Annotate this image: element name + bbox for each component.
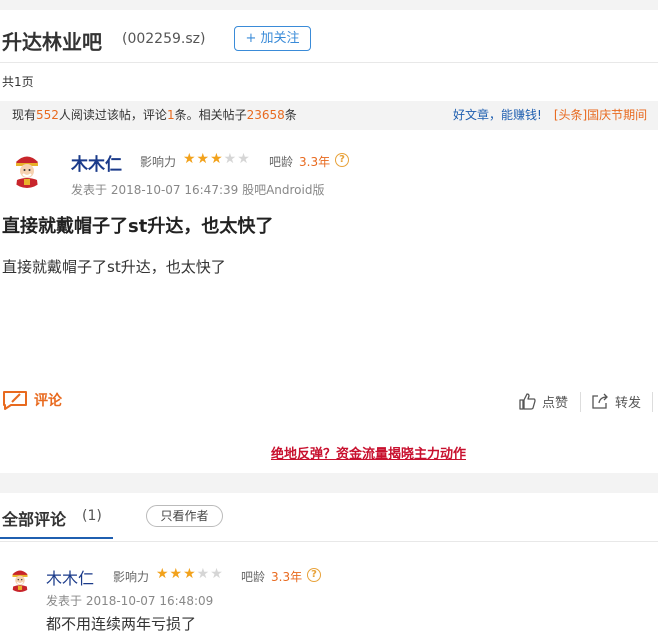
share-label: 转发: [615, 396, 642, 411]
divider: [652, 392, 653, 412]
bar-header: 升达林业吧 (002259.sz) + 加关注: [0, 18, 658, 58]
stats-bar: 现有552人阅读过该帖，评论1条。相关帖子23658条 好文章，能赚钱! [头条]…: [0, 101, 658, 130]
comment-button[interactable]: 评论: [2, 388, 62, 412]
influence-stars: ★★★★★: [183, 151, 251, 167]
reply-author-name[interactable]: 木木仁: [46, 565, 94, 589]
bar-age-value: 3.3年: [299, 155, 331, 169]
promo-ad-link[interactable]: 绝地反弹？资金流量揭晓主力动作: [271, 443, 466, 462]
promo-links: 好文章，能赚钱! [头条]国庆节期间: [453, 101, 647, 130]
avatar[interactable]: [7, 566, 33, 592]
influence-stars: ★★★★★: [156, 566, 224, 582]
thumbs-up-icon: [519, 393, 536, 410]
comment-label: 评论: [34, 393, 62, 409]
avatar-fortune-god-icon: [7, 566, 33, 592]
comment-count: 1: [166, 108, 175, 122]
related-count: 23658: [246, 108, 285, 122]
reader-count: 552: [36, 108, 59, 122]
reply-text: 都不用连续两年亏损了: [46, 615, 197, 633]
post-body: 直接就戴帽子了st升达，也太快了: [2, 258, 226, 276]
post-title: 直接就戴帽子了st升达，也太快了: [2, 216, 274, 237]
headline-link[interactable]: [头条]国庆节期间: [554, 108, 647, 122]
share-icon: [592, 393, 608, 409]
help-icon[interactable]: ?: [335, 153, 349, 167]
help-icon[interactable]: ?: [307, 568, 321, 582]
divider: [0, 62, 658, 63]
comment-icon: [3, 391, 27, 410]
like-label: 点赞: [542, 396, 569, 411]
all-comments-count: (1): [82, 508, 102, 524]
divider: [580, 392, 581, 412]
follow-button[interactable]: + 加关注: [234, 26, 311, 51]
bar-age-label: 吧龄: [241, 570, 266, 584]
author-only-button[interactable]: 只看作者: [146, 505, 223, 527]
avatar[interactable]: [8, 150, 46, 188]
influence-label: 影响力: [140, 155, 177, 169]
post-meta: 发表于 2018-10-07 16:47:39 股吧Android版: [71, 183, 325, 197]
avatar-fortune-god-icon: [8, 150, 46, 188]
section-band: [0, 473, 658, 493]
bar-age-label: 吧龄: [269, 155, 294, 169]
author-name[interactable]: 木木仁: [71, 150, 122, 175]
bar-title[interactable]: 升达林业吧: [2, 26, 102, 55]
page-count: 共1页: [2, 75, 34, 89]
bar-age-value: 3.3年: [271, 570, 303, 584]
good-article-link[interactable]: 好文章，能赚钱!: [453, 108, 542, 122]
all-comments-tab[interactable]: 全部评论: [2, 506, 66, 530]
read-stats: 现有552人阅读过该帖，评论1条。相关帖子23658条: [12, 108, 297, 122]
tab-underline: [0, 537, 113, 539]
reply-meta: 发表于 2018-10-07 16:48:09: [46, 594, 214, 608]
top-band: [0, 0, 658, 10]
divider: [0, 541, 658, 542]
like-button[interactable]: 点赞: [519, 392, 568, 411]
influence-label: 影响力: [113, 570, 150, 584]
share-button[interactable]: 转发: [591, 392, 641, 411]
stock-code: (002259.sz): [122, 31, 206, 47]
